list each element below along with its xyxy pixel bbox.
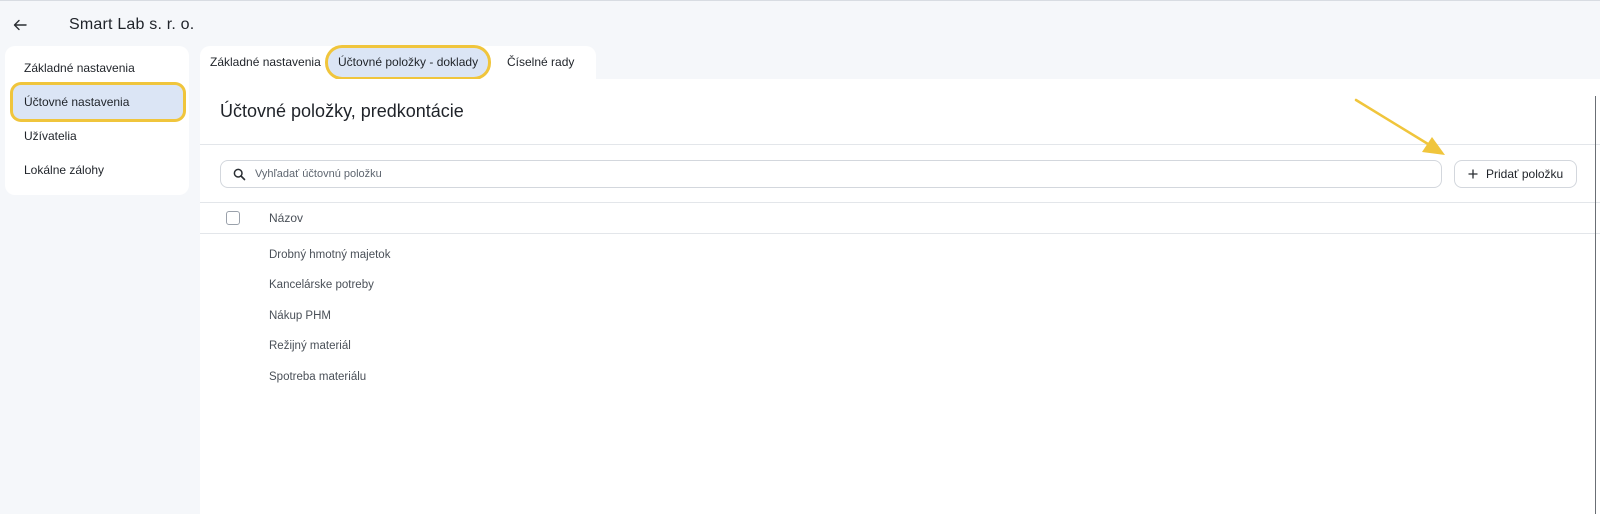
top-bar: Smart Lab s. r. o. [0, 0, 1600, 48]
divider [200, 202, 1600, 203]
sidebar-item-zakladne-nastavenia[interactable]: Základné nastavenia [13, 51, 183, 85]
sidebar: Základné nastavenia Účtovné nastavenia U… [5, 46, 189, 195]
window-edge [1595, 96, 1596, 514]
table-row[interactable]: Nákup PHM [269, 310, 331, 322]
tab-ciselne-rady[interactable]: Číselné rady [497, 48, 584, 77]
add-item-button[interactable]: Pridať položku [1454, 160, 1577, 188]
table-row[interactable]: Drobný hmotný majetok [269, 249, 390, 261]
add-item-label: Pridať položku [1486, 167, 1564, 181]
page-title: Účtovné položky, predkontácie [220, 101, 464, 121]
sidebar-item-uzivatelia[interactable]: Užívatelia [13, 119, 183, 153]
search-field[interactable] [220, 160, 1442, 188]
back-button[interactable] [8, 13, 32, 37]
divider [200, 233, 1600, 234]
tab-zakladne-nastavenia[interactable]: Základné nastavenia [200, 48, 331, 77]
tab-uctovne-polozky-doklady[interactable]: Účtovné položky - doklady [328, 48, 489, 77]
arrow-left-icon [13, 19, 27, 31]
tab-bar: Základné nastavenia Účtovné položky - do… [200, 46, 596, 79]
sidebar-item-lokalne-zalohy[interactable]: Lokálne zálohy [13, 153, 183, 187]
column-header-name: Názov [269, 211, 304, 225]
select-all-checkbox[interactable] [226, 211, 240, 225]
divider [200, 144, 1600, 145]
table-row[interactable]: Kancelárske potreby [269, 279, 374, 291]
main-panel: Účtovné položky, predkontácie Pridať pol… [200, 79, 1600, 514]
plus-icon [1467, 168, 1479, 180]
app-title: Smart Lab s. r. o. [69, 16, 195, 33]
table-row[interactable]: Spotreba materiálu [269, 371, 366, 383]
sidebar-item-uctovne-nastavenia[interactable]: Účtovné nastavenia [13, 85, 183, 119]
table-row[interactable]: Režijný materiál [269, 340, 351, 352]
search-icon [233, 168, 246, 181]
search-input[interactable] [255, 161, 1425, 187]
